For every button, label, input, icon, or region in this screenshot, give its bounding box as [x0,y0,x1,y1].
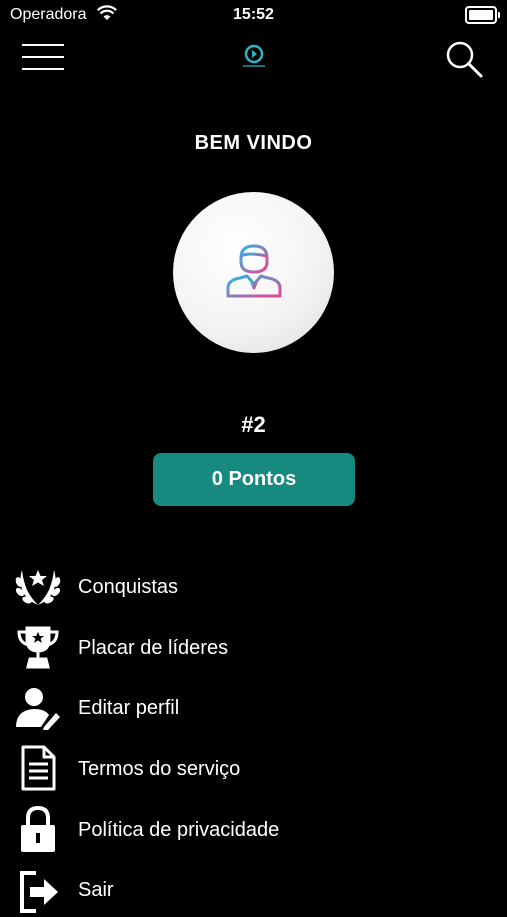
menu-item-edit-profile[interactable]: Editar perfil [0,679,507,735]
menu-item-conquistas[interactable]: Conquistas [0,558,507,614]
menu-item-label: Conquistas [78,576,179,598]
points-button[interactable]: 0 Pontos [153,453,355,506]
rank-label: #2 [241,412,266,437]
welcome-title: BEM VINDO [194,132,313,154]
battery-icon [465,6,500,24]
hamburger-icon[interactable] [22,42,64,72]
menu-item-label: Editar perfil [78,697,180,719]
lock-icon [21,805,55,852]
laurel-wreath-icon [15,570,61,605]
menu-item-label: Placar de líderes [78,637,229,659]
menu-item-logout[interactable]: Sair [0,861,507,917]
clock: 15:52 [233,6,274,23]
menu-item-leaderboard[interactable]: Placar de líderes [0,619,507,675]
menu-item-label: Termos do serviço [78,758,241,780]
avatar[interactable] [173,192,334,353]
search-icon[interactable] [444,40,484,78]
edit-user-icon [16,688,60,730]
status-bar: Operadora 15:52 [0,0,507,30]
user-avatar-icon [226,244,282,298]
document-icon [21,745,56,791]
menu-item-terms[interactable]: Termos do serviço [0,740,507,796]
menu-item-label: Política de privacidade [78,819,280,841]
menu-item-privacy[interactable]: Política de privacidade [0,801,507,857]
logout-icon [20,871,58,913]
trophy-icon [17,626,59,669]
app-logo-icon [243,44,265,67]
menu-item-label: Sair [78,879,114,901]
